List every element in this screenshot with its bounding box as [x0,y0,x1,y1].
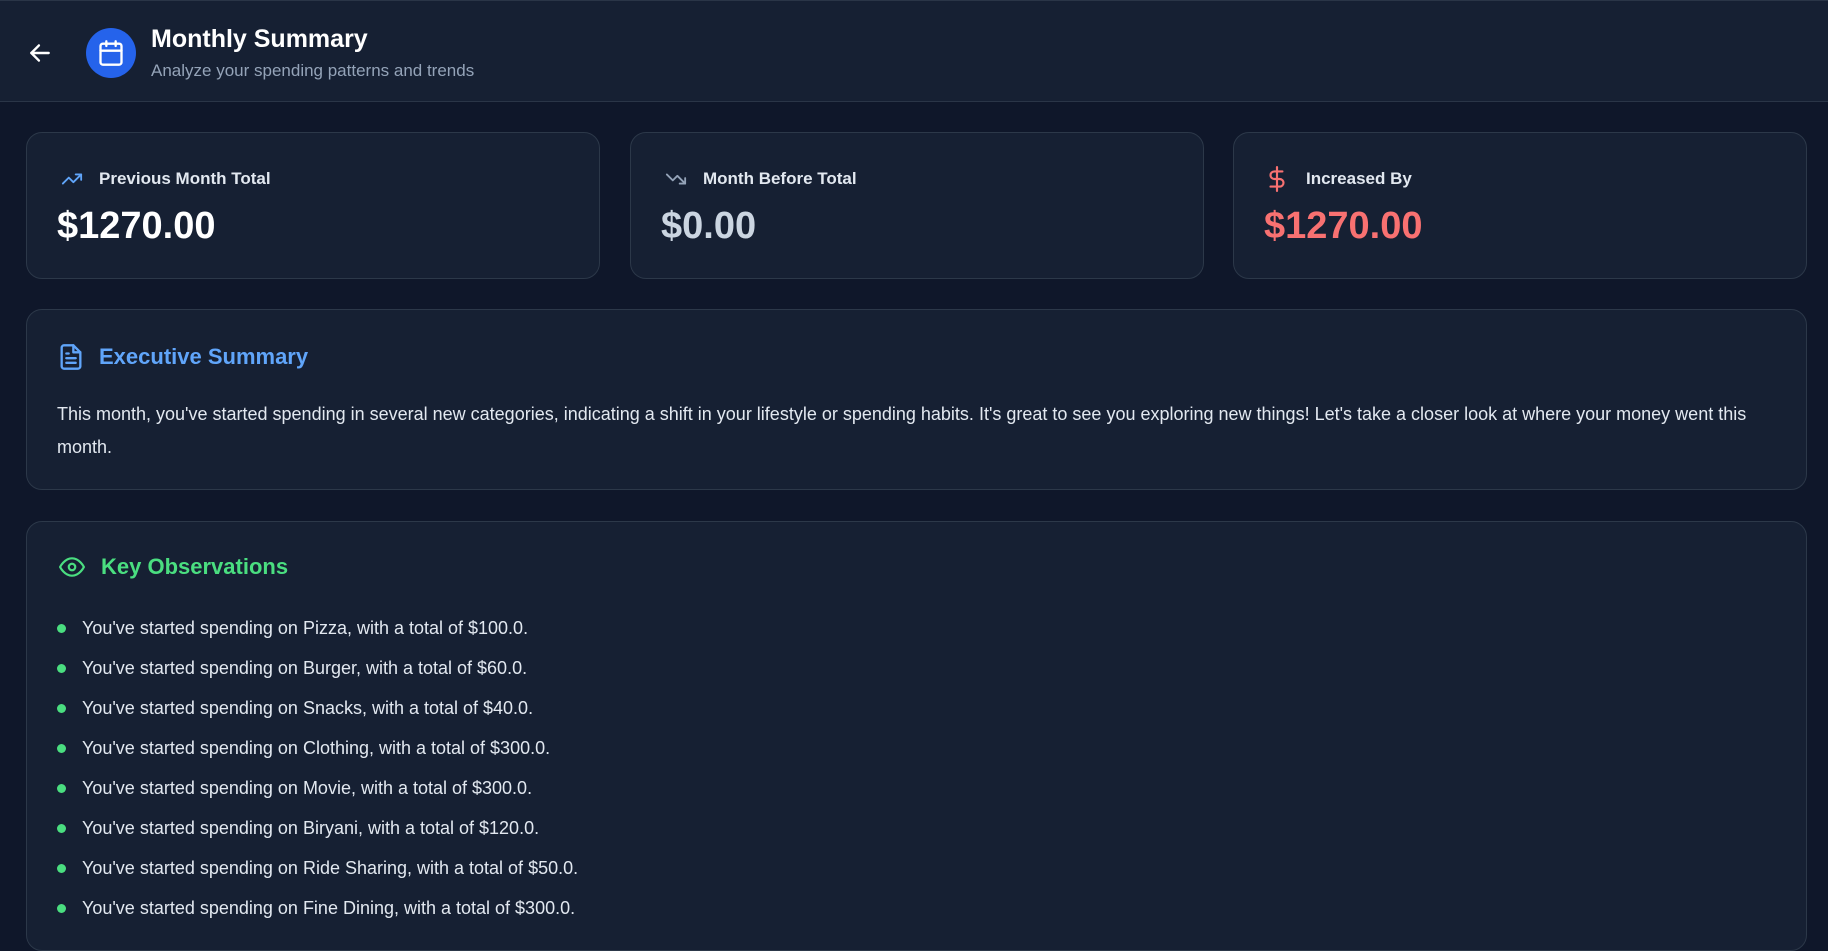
header-icon-badge [86,28,136,78]
list-item: You've started spending on Ride Sharing,… [57,848,578,888]
observation-text: You've started spending on Movie, with a… [82,777,533,798]
bullet-dot [57,663,66,673]
observation-text: You've started spending on Fine Dining, … [82,897,576,918]
list-item: You've started spending on Snacks, with … [57,688,578,728]
stat-value: $1270.00 [1264,205,1423,247]
list-item: You've started spending on Movie, with a… [57,768,578,808]
bullet-dot [57,623,66,633]
bullet-dot [57,823,66,833]
observation-text: You've started spending on Pizza, with a… [82,617,529,638]
bullet-dot [57,863,66,873]
trending-up-icon [57,167,87,191]
bullet-dot [57,903,66,913]
stat-card-previous-month: Previous Month Total $1270.00 [26,132,600,279]
bullet-dot [57,743,66,753]
bullet-dot [57,783,66,793]
page-header: Monthly Summary Analyze your spending pa… [0,0,1828,102]
executive-summary-title: Executive Summary [99,344,309,369]
list-item: You've started spending on Clothing, wit… [57,728,578,768]
observation-text: You've started spending on Burger, with … [82,657,528,678]
observation-text: You've started spending on Ride Sharing,… [82,857,579,878]
stat-label: Increased By [1306,169,1412,188]
stat-value: $1270.00 [57,205,216,247]
stat-label: Month Before Total [703,169,857,188]
trending-down-icon [661,167,691,191]
executive-summary-text: This month, you've started spending in s… [57,404,1747,457]
stat-card-increased-by: Increased By $1270.00 [1233,132,1807,279]
key-observations-panel: Key Observations You've started spending… [26,521,1807,951]
observation-text: You've started spending on Clothing, wit… [82,737,551,758]
key-observations-title: Key Observations [101,554,289,579]
executive-summary-panel: Executive Summary This month, you've sta… [26,309,1807,490]
stat-card-month-before: Month Before Total $0.00 [630,132,1204,279]
list-item: You've started spending on Fine Dining, … [57,888,578,928]
calendar-icon [99,40,123,66]
stat-value: $0.00 [661,205,757,247]
stat-label: Previous Month Total [99,169,271,188]
page-subtitle: Analyze your spending patterns and trend… [151,61,475,80]
observation-text: You've started spending on Biryani, with… [82,817,540,838]
back-button[interactable] [24,37,56,69]
bullet-dot [57,703,66,713]
list-item: You've started spending on Biryani, with… [57,808,578,848]
dollar-icon [1264,166,1294,192]
arrow-left-icon[interactable] [27,40,53,66]
observation-text: You've started spending on Snacks, with … [82,697,534,718]
page-title: Monthly Summary [151,25,368,53]
eye-icon [59,557,85,577]
list-item: You've started spending on Pizza, with a… [57,608,578,648]
document-icon [60,344,82,370]
list-item: You've started spending on Burger, with … [57,648,578,688]
observations-list: You've started spending on Pizza, with a… [57,608,578,928]
